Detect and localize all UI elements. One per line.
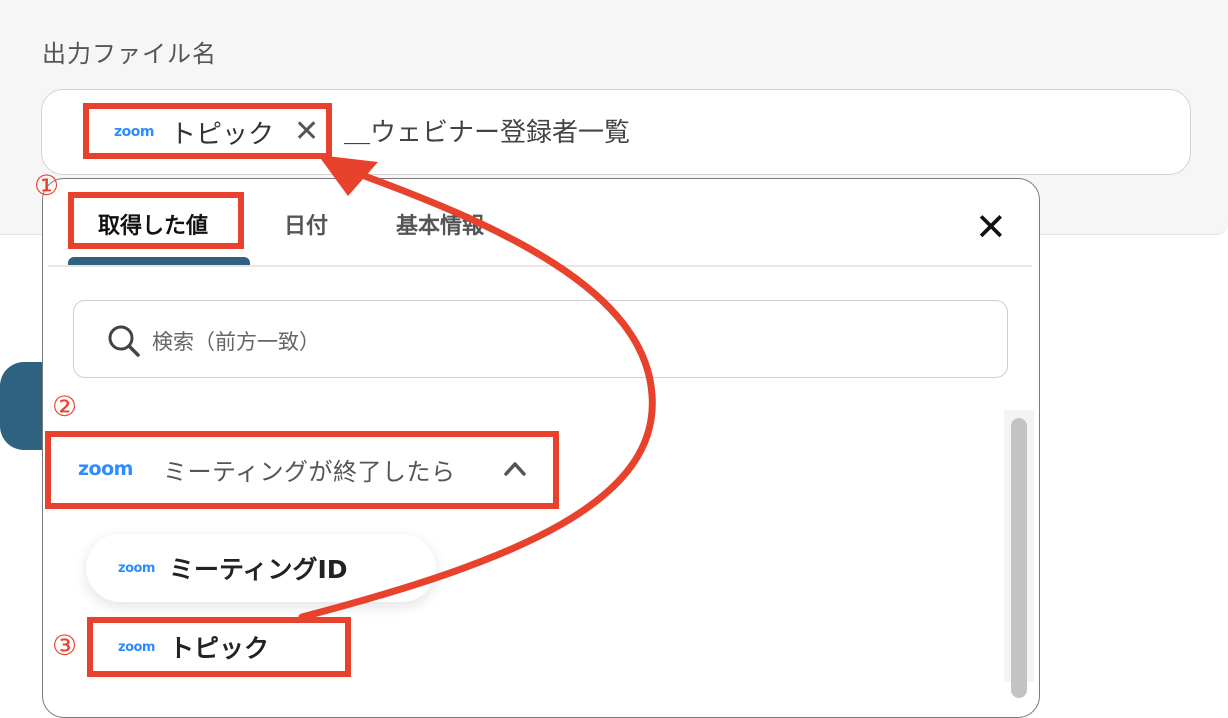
annotation-arrow — [298, 155, 656, 621]
